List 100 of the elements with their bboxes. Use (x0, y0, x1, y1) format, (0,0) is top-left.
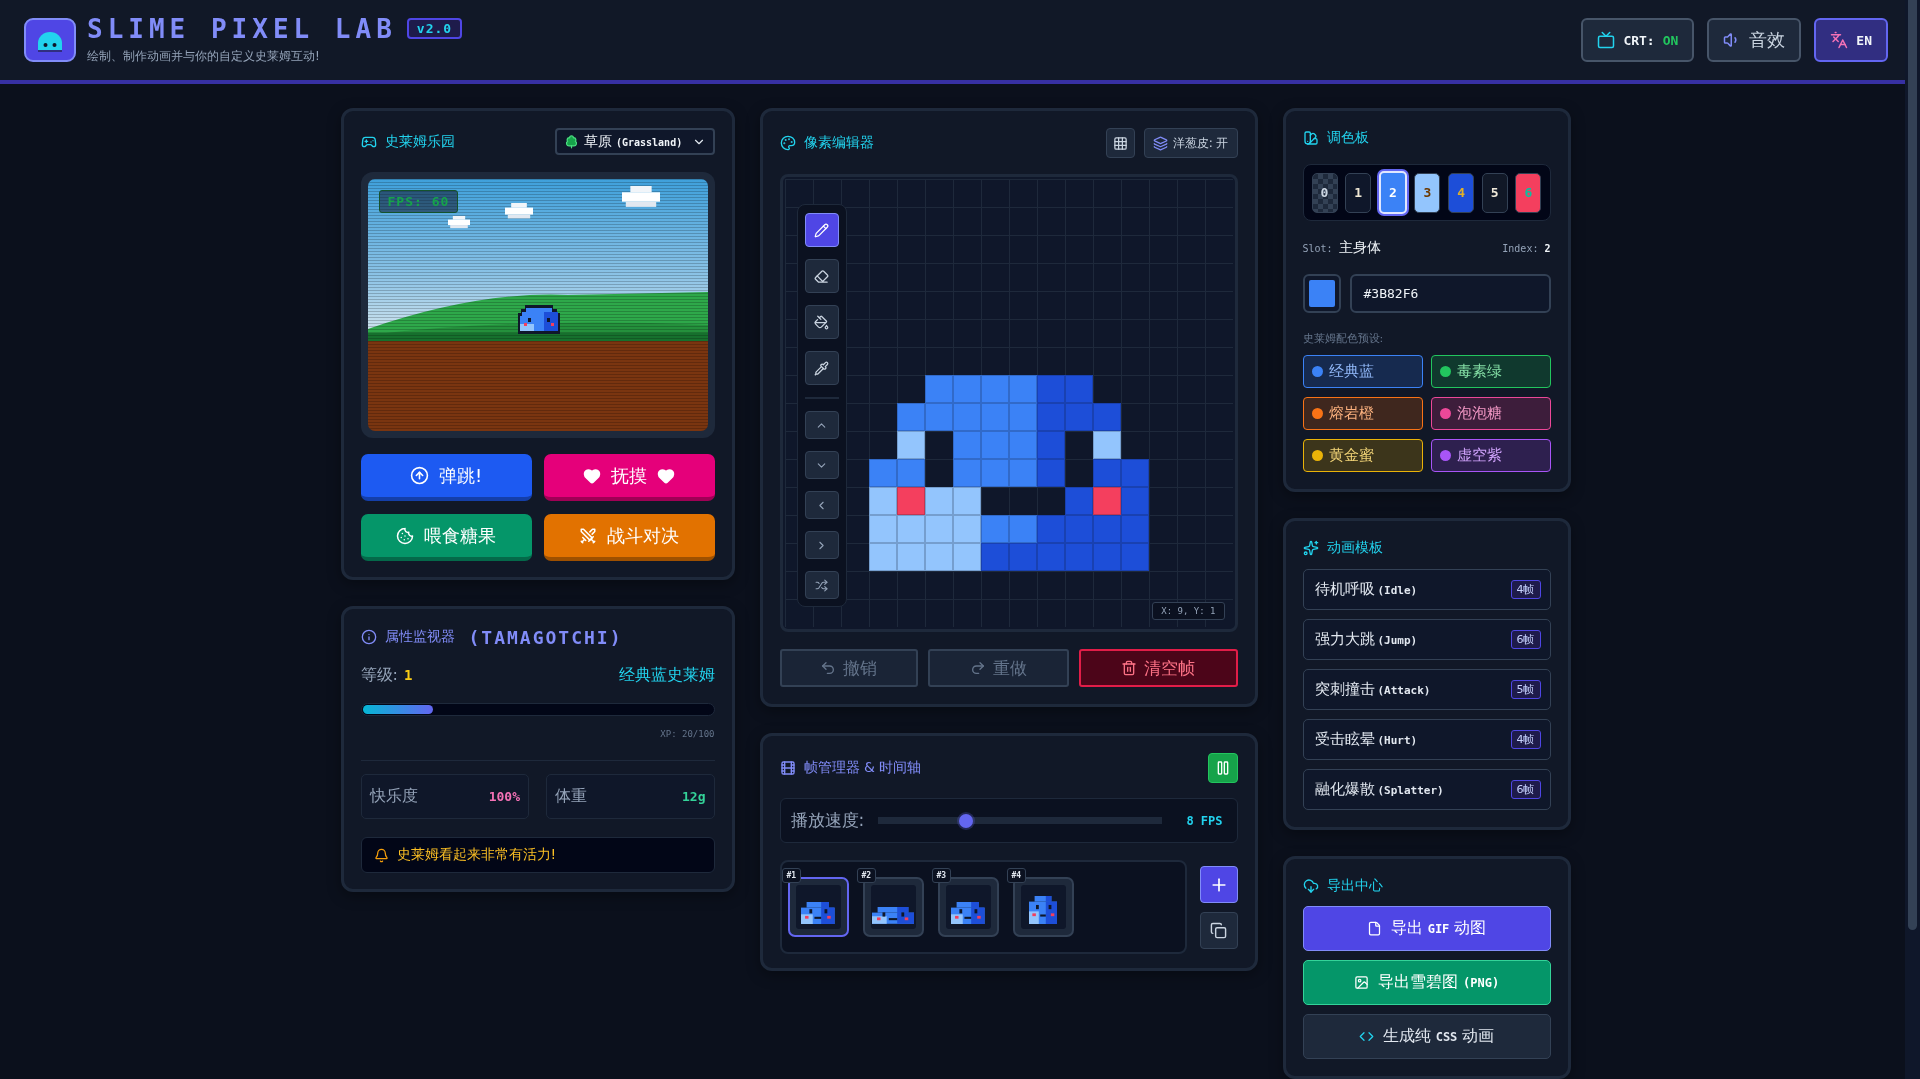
pixel-cell[interactable] (1120, 487, 1149, 515)
preset-button[interactable]: 经典蓝 (1302, 355, 1423, 388)
tool-button[interactable] (804, 305, 839, 339)
pixel-cell[interactable] (1008, 459, 1037, 487)
pixel-cell[interactable] (952, 375, 981, 403)
template-item[interactable]: 待机呼吸 (Idle) 4帧 (1302, 569, 1551, 610)
export-png-button[interactable]: 导出雪碧图 (PNG) (1302, 960, 1551, 1005)
pixel-cell[interactable] (952, 515, 981, 543)
pixel-cell[interactable] (1036, 431, 1065, 459)
template-item[interactable]: 突刺撞击 (Attack) 5帧 (1302, 669, 1551, 710)
pixel-cell[interactable] (980, 431, 1009, 459)
pixel-cell[interactable] (1064, 403, 1093, 431)
shift-button[interactable] (804, 571, 839, 599)
pixel-cell[interactable] (1036, 515, 1065, 543)
frame-thumbnail[interactable] (862, 877, 924, 937)
pixel-cell[interactable] (1120, 515, 1149, 543)
pixel-cell[interactable] (952, 543, 981, 571)
pixel-cell[interactable] (1064, 487, 1093, 515)
preset-button[interactable]: 黄金蜜 (1302, 439, 1423, 472)
jump-button[interactable]: 弹跳! (360, 454, 532, 501)
pixel-cell[interactable] (868, 515, 897, 543)
preset-button[interactable]: 熔岩橙 (1302, 397, 1423, 430)
pixel-cell[interactable] (980, 375, 1009, 403)
pixel-cell[interactable] (896, 459, 925, 487)
crt-toggle-button[interactable]: CRT: ON (1581, 18, 1695, 62)
pixel-canvas[interactable]: X: 9, Y: 1 (779, 174, 1238, 632)
pixel-cell[interactable] (980, 459, 1009, 487)
pixel-cell[interactable] (896, 543, 925, 571)
pixel-cell[interactable] (1092, 515, 1121, 543)
scrollbar-thumb[interactable] (1908, 0, 1917, 930)
pixel-cell[interactable] (1008, 543, 1037, 571)
frame-thumbnail[interactable] (1012, 877, 1074, 937)
color-swatch[interactable]: 1 (1345, 172, 1372, 213)
pixel-cell[interactable] (980, 543, 1009, 571)
color-swatch[interactable]: 0 (1311, 172, 1338, 213)
pixel-cell[interactable] (1064, 515, 1093, 543)
onion-skin-button[interactable]: 洋葱皮: 开 (1143, 128, 1238, 158)
color-swatch[interactable]: 5 (1481, 172, 1508, 213)
feed-button[interactable]: 喂食糖果 (360, 514, 532, 561)
pixel-cell[interactable] (924, 543, 953, 571)
tool-button[interactable] (804, 259, 839, 293)
preset-button[interactable]: 毒素绿 (1430, 355, 1551, 388)
pixel-cell[interactable] (1036, 375, 1065, 403)
pixel-cell[interactable] (896, 403, 925, 431)
pixel-cell[interactable] (868, 487, 897, 515)
pixel-cell[interactable] (1036, 459, 1065, 487)
pixel-cell[interactable] (1092, 459, 1121, 487)
pixel-cell[interactable] (1036, 403, 1065, 431)
preset-button[interactable]: 泡泡糖 (1430, 397, 1551, 430)
export-gif-button[interactable]: 导出 GIF 动图 (1302, 906, 1551, 951)
pixel-cell[interactable] (924, 375, 953, 403)
pixel-cell[interactable] (952, 487, 981, 515)
pixel-cell[interactable] (1008, 515, 1037, 543)
pixel-cell[interactable] (1092, 431, 1121, 459)
frame-thumbnail[interactable] (937, 877, 999, 937)
scene-select[interactable]: 草原 (Grassland) (554, 128, 715, 155)
pixel-cell[interactable] (1092, 403, 1121, 431)
pixel-cell[interactable] (1064, 543, 1093, 571)
pixel-cell[interactable] (896, 431, 925, 459)
add-frame-button[interactable] (1199, 866, 1238, 903)
pet-button[interactable]: 抚摸 (543, 454, 715, 501)
preset-button[interactable]: 虚空紫 (1430, 439, 1551, 472)
pixel-cell[interactable] (952, 459, 981, 487)
template-item[interactable]: 受击眩晕 (Hurt) 4帧 (1302, 719, 1551, 760)
pixel-cell[interactable] (868, 459, 897, 487)
color-swatch[interactable]: 3 (1414, 172, 1441, 213)
sound-button[interactable]: 音效 (1707, 18, 1802, 62)
pixel-cell[interactable] (1064, 375, 1093, 403)
frame-thumbnail[interactable] (787, 877, 849, 937)
pixel-cell[interactable] (896, 515, 925, 543)
duplicate-frame-button[interactable] (1199, 912, 1238, 949)
pixel-cell[interactable] (980, 515, 1009, 543)
color-preview[interactable] (1302, 274, 1341, 313)
pixel-cell[interactable] (952, 431, 981, 459)
export-css-button[interactable]: 生成纯 CSS 动画 (1302, 1014, 1551, 1059)
hex-input[interactable]: #3B82F6 (1349, 274, 1551, 313)
pixel-cell[interactable] (980, 403, 1009, 431)
pixel-cell[interactable] (1092, 487, 1121, 515)
pixel-cell[interactable] (1008, 431, 1037, 459)
pixel-cell[interactable] (1120, 459, 1149, 487)
pixel-cell[interactable] (1036, 543, 1065, 571)
pixel-cell[interactable] (868, 543, 897, 571)
tool-button[interactable] (804, 351, 839, 385)
grid-toggle-button[interactable] (1105, 128, 1135, 158)
pixel-cell[interactable] (952, 403, 981, 431)
template-item[interactable]: 强力大跳 (Jump) 6帧 (1302, 619, 1551, 660)
pixel-cell[interactable] (1120, 543, 1149, 571)
pixel-cell[interactable] (924, 515, 953, 543)
color-swatch[interactable]: 2 (1378, 171, 1407, 214)
pixel-cell[interactable] (1008, 375, 1037, 403)
clear-frame-button[interactable]: 清空帧 (1078, 649, 1238, 687)
template-item[interactable]: 融化爆散 (Splatter) 6帧 (1302, 769, 1551, 810)
language-button[interactable]: EN (1814, 18, 1888, 62)
pixel-cell[interactable] (896, 487, 925, 515)
pause-button[interactable] (1207, 753, 1238, 783)
pixel-cell[interactable] (924, 403, 953, 431)
pixel-cell[interactable] (1092, 543, 1121, 571)
pixel-cell[interactable] (1008, 403, 1037, 431)
slider-thumb[interactable] (959, 813, 974, 828)
tool-button[interactable] (804, 213, 839, 247)
